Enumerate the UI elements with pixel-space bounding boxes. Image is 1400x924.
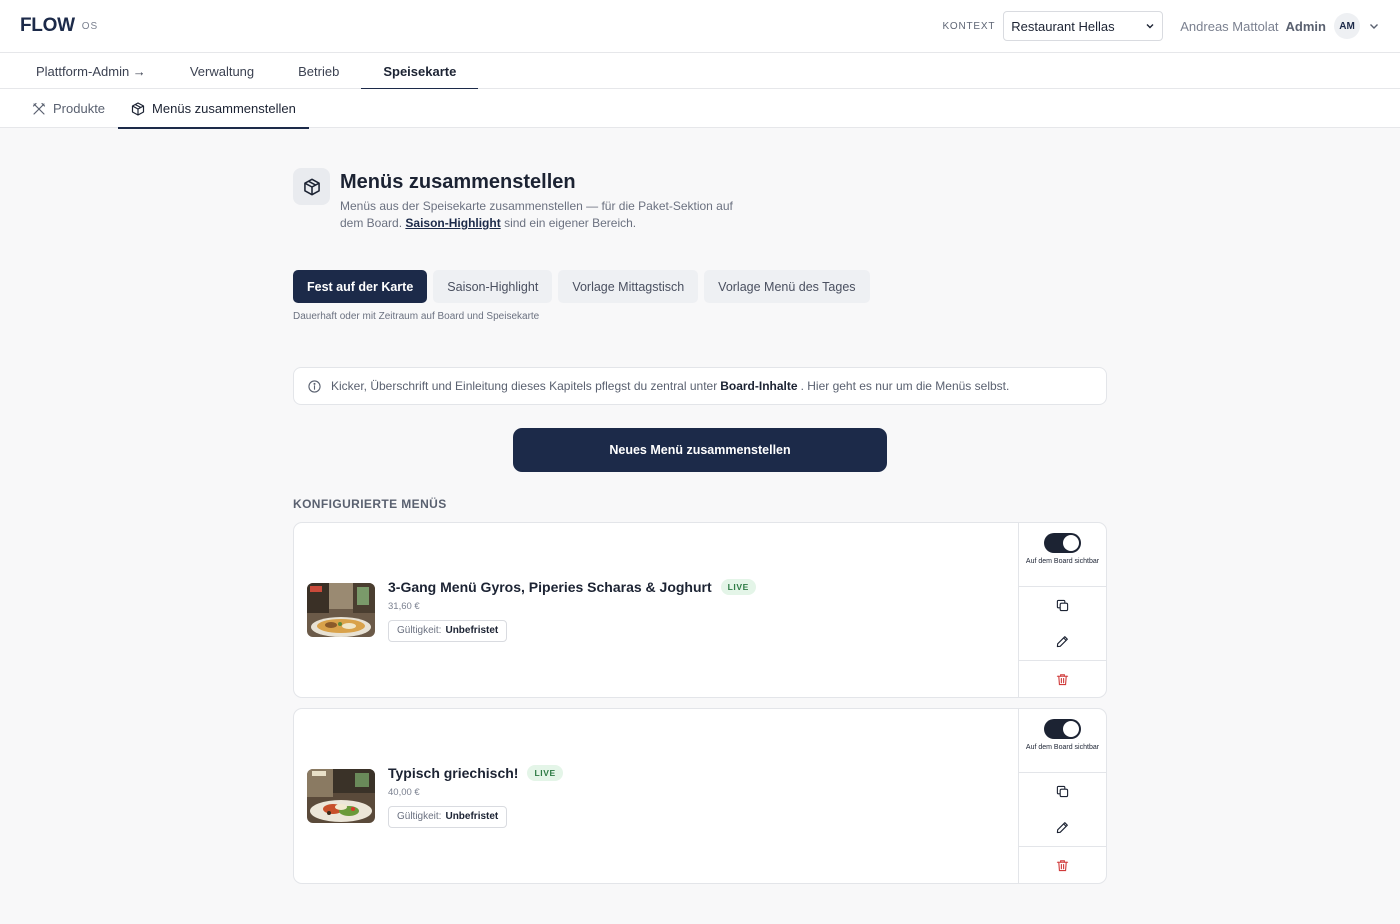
info-icon — [308, 379, 321, 393]
menu-info: 3-Gang Menü Gyros, Piperies Scharas & Jo… — [388, 578, 756, 642]
avatar[interactable]: AM — [1334, 13, 1360, 39]
menu-title: Typisch griechisch! — [388, 764, 519, 781]
menu-title: 3-Gang Menü Gyros, Piperies Scharas & Jo… — [388, 578, 712, 595]
subtab-produkte[interactable]: Produkte — [19, 89, 118, 128]
trash-icon — [1056, 859, 1069, 871]
user-role: Admin — [1285, 18, 1326, 34]
subtab-menues-label: Menüs zusammenstellen — [152, 101, 296, 116]
logo-suffix: OS — [81, 20, 99, 32]
package-icon — [131, 101, 145, 116]
menu-thumbnail — [307, 769, 375, 823]
logo[interactable]: FLOW — [20, 15, 75, 37]
topbar-right: KONTEXT Restaurant Hellas Andreas Mattol… — [942, 11, 1380, 41]
tab-speisekarte[interactable]: Speisekarte — [361, 53, 479, 90]
menu-price: 40,00 € — [388, 786, 420, 798]
board-visibility-toggle[interactable] — [1044, 719, 1081, 739]
tab-plattform-admin[interactable]: Plattform-Admin → — [14, 53, 168, 89]
trash-icon — [1056, 673, 1069, 685]
delete-button[interactable] — [1019, 847, 1106, 883]
new-menu-button[interactable]: Neues Menü zusammenstellen — [513, 428, 887, 472]
tab-verwaltung[interactable]: Verwaltung — [168, 53, 276, 89]
validity-label: Gültigkeit: — [397, 625, 442, 636]
menu-actions: Auf dem Board sichtbar — [1018, 523, 1106, 697]
type-hint: Dauerhaft oder mit Zeitraum auf Board un… — [293, 311, 540, 322]
board-visibility-toggle[interactable] — [1044, 533, 1081, 553]
menu-card: Typisch griechisch! LIVE 40,00 € Gültigk… — [293, 708, 1107, 884]
type-tab-mittagstisch[interactable]: Vorlage Mittagstisch — [558, 270, 699, 303]
main-tabs: Plattform-Admin → Verwaltung Betrieb Spe… — [0, 53, 1400, 90]
menu-type-tabs: Fest auf der Karte Saison-Highlight Vorl… — [293, 270, 876, 303]
saison-highlight-link[interactable]: Saison-Highlight — [405, 216, 500, 230]
status-badge: LIVE — [720, 578, 756, 595]
type-tab-saison[interactable]: Saison-Highlight — [433, 270, 553, 303]
tab-betrieb[interactable]: Betrieb — [276, 53, 361, 89]
page-header: Menüs zusammenstellen Menüs aus der Spei… — [293, 168, 740, 232]
info-text-after: . Hier geht es nur um die Menüs selbst. — [800, 379, 1010, 393]
pencil-icon — [1056, 822, 1068, 834]
toggle-label: Auf dem Board sichtbar — [1025, 744, 1100, 751]
copy-icon — [1056, 785, 1069, 797]
context-select[interactable]: Restaurant Hellas — [1003, 11, 1164, 41]
copy-icon — [1056, 599, 1069, 611]
user-name: Andreas Mattolat — [1180, 18, 1279, 34]
sub-tabs: Produkte Menüs zusammenstellen — [0, 89, 1400, 129]
toggle-label: Auf dem Board sichtbar — [1025, 558, 1100, 565]
validity-chip: Gültigkeit: Unbefristet — [388, 805, 508, 828]
edit-button[interactable] — [1019, 624, 1106, 661]
context-select-value: Restaurant Hellas — [1011, 18, 1115, 34]
duplicate-button[interactable] — [1019, 773, 1106, 810]
menu-actions: Auf dem Board sichtbar — [1018, 709, 1106, 883]
package-icon — [293, 168, 330, 205]
menu-card-body[interactable]: 3-Gang Menü Gyros, Piperies Scharas & Jo… — [294, 523, 1018, 697]
pencil-icon — [1056, 636, 1068, 648]
info-box: Kicker, Überschrift und Einleitung diese… — [293, 367, 1107, 405]
page-description: Menüs aus der Speisekarte zusammenstelle… — [340, 198, 740, 232]
edit-button[interactable] — [1019, 810, 1106, 847]
menu-info: Typisch griechisch! LIVE 40,00 € Gültigk… — [388, 764, 563, 828]
validity-label: Gültigkeit: — [397, 811, 442, 822]
validity-value: Unbefristet — [445, 625, 499, 636]
subtab-produkte-label: Produkte — [53, 101, 106, 116]
utensils-icon — [32, 102, 46, 115]
status-badge: LIVE — [527, 764, 563, 781]
type-tab-menue-des-tages[interactable]: Vorlage Menü des Tages — [704, 270, 870, 303]
user-menu-chevron-icon[interactable] — [1368, 20, 1380, 32]
menu-card-body[interactable]: Typisch griechisch! LIVE 40,00 € Gültigk… — [294, 709, 1018, 883]
page-desc-after: sind ein eigener Bereich. — [504, 216, 637, 230]
context-label: KONTEXT — [942, 20, 996, 32]
type-tab-fest[interactable]: Fest auf der Karte — [293, 270, 428, 303]
delete-button[interactable] — [1019, 661, 1106, 697]
section-title: KONFIGURIERTE MENÜS — [293, 497, 447, 511]
subtab-menues[interactable]: Menüs zusammenstellen — [118, 89, 309, 129]
chevron-down-icon — [1145, 19, 1155, 34]
duplicate-button[interactable] — [1019, 587, 1106, 624]
board-inhalte-link[interactable]: Board-Inhalte — [720, 379, 797, 393]
validity-chip: Gültigkeit: Unbefristet — [388, 619, 508, 642]
menu-card: 3-Gang Menü Gyros, Piperies Scharas & Jo… — [293, 522, 1107, 698]
menu-price: 31,60 € — [388, 600, 420, 612]
validity-value: Unbefristet — [445, 811, 499, 822]
page-title: Menüs zusammenstellen — [340, 171, 576, 193]
top-bar: FLOW OS KONTEXT Restaurant Hellas Andrea… — [0, 0, 1400, 53]
info-text-before: Kicker, Überschrift und Einleitung diese… — [331, 379, 718, 393]
menu-thumbnail — [307, 583, 375, 637]
